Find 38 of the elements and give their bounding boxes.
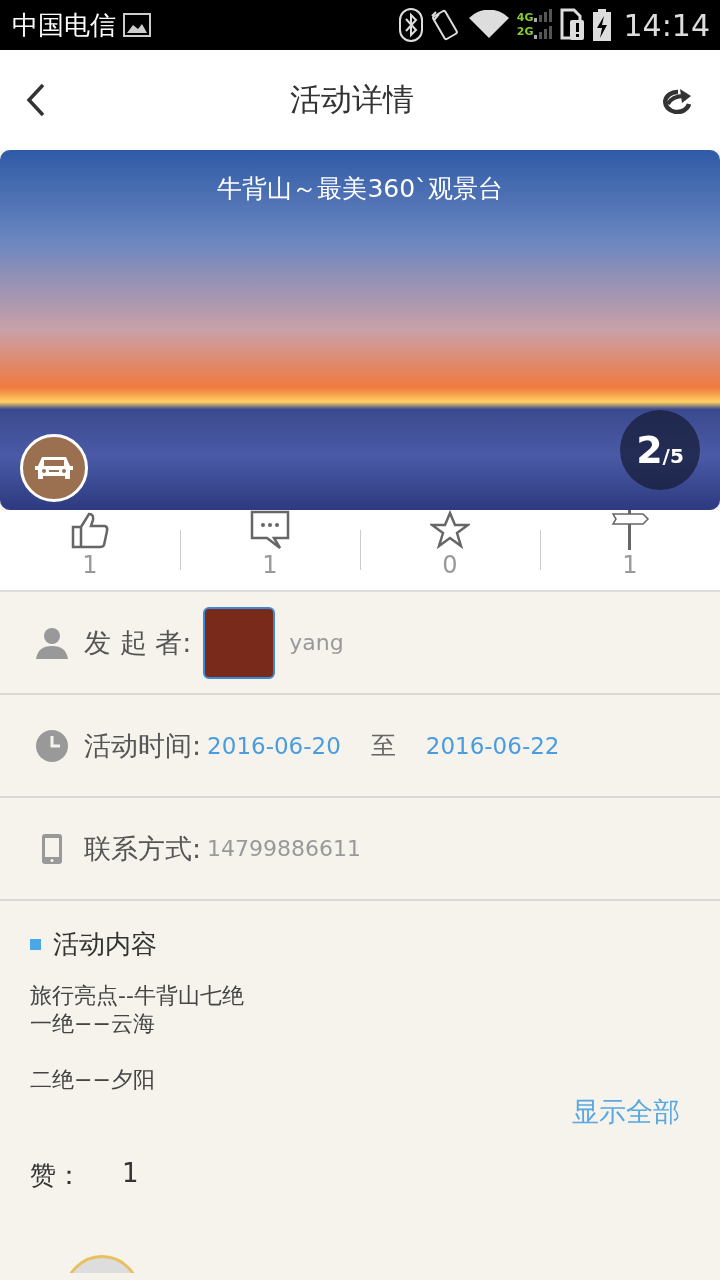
- section-heading: 活动内容: [53, 928, 157, 961]
- likes-label: 赞：: [30, 1159, 83, 1192]
- count-label: 1: [622, 550, 638, 580]
- likes-count: 1: [122, 1158, 139, 1190]
- organizer-name: yang: [289, 630, 344, 655]
- photo-counter: 2/5: [620, 410, 700, 490]
- signpost-icon: [610, 510, 650, 550]
- back-icon: [26, 83, 46, 117]
- page-title: 活动详情: [290, 80, 414, 119]
- show-all-link[interactable]: 显示全部: [572, 1094, 680, 1130]
- content-text: 旅行亮点--牛背山七绝: [30, 982, 245, 1010]
- battery-charging-icon: [591, 8, 612, 42]
- count-label: 0: [442, 550, 458, 580]
- section-marker: [30, 939, 41, 950]
- content-text: 一绝−−云海: [30, 1010, 156, 1038]
- picture-icon: [122, 10, 152, 40]
- sim-alert-icon: [559, 8, 586, 42]
- content-text: 二绝−−夕阳: [30, 1066, 156, 1094]
- network-type: 4G: [516, 11, 534, 25]
- clock-time: 14:14: [623, 7, 710, 43]
- cellular-signal-icon: [533, 8, 554, 42]
- carrier-name: 中国电信: [12, 8, 116, 42]
- banner-title: 牛背山～最美360`观景台: [216, 173, 504, 205]
- time-label: 活动时间:: [84, 728, 202, 763]
- phone-number: 14799886611: [207, 836, 362, 861]
- end-date: 2016-06-22: [425, 732, 560, 759]
- count-label: 1: [82, 550, 98, 580]
- clock-icon: [34, 727, 70, 764]
- start-date: 2016-06-20: [207, 732, 341, 759]
- comment-icon: [250, 510, 290, 550]
- network-type: 2G: [516, 25, 534, 39]
- organizer-label: 发 起 者:: [84, 625, 192, 660]
- date-separator: 至: [370, 730, 396, 762]
- contact-label: 联系方式:: [84, 831, 202, 866]
- star-icon: [430, 510, 470, 550]
- count-label: 1: [262, 550, 278, 580]
- thumbs-up-icon: [70, 510, 110, 550]
- bluetooth-icon: [398, 8, 423, 42]
